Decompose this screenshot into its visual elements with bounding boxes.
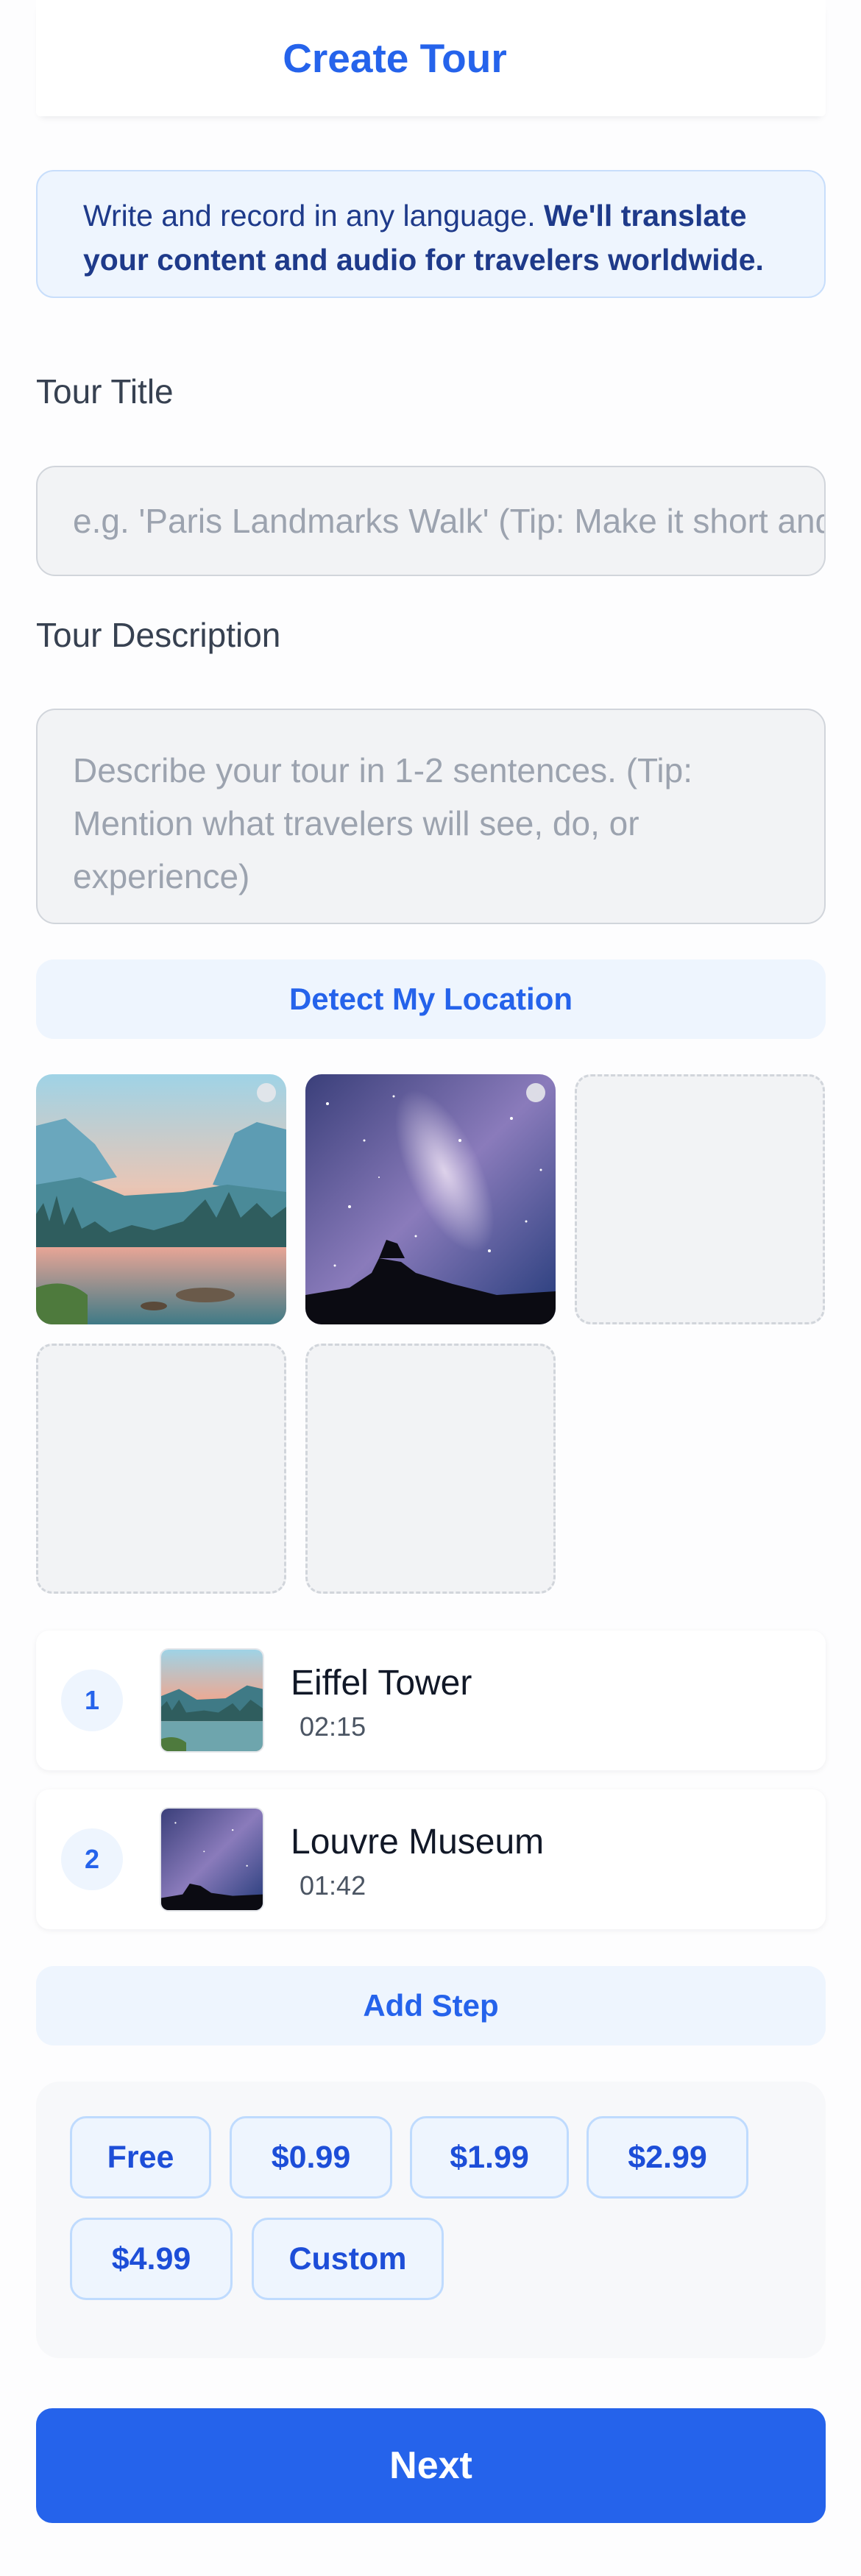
photo-slot-empty[interactable] — [575, 1074, 825, 1324]
step-item[interactable]: 2 Louvre Museum 01:42 — [36, 1789, 826, 1929]
price-option-2-99[interactable]: $2.99 — [587, 2116, 748, 2199]
tour-title-label: Tour Title — [36, 372, 174, 411]
selection-indicator[interactable] — [257, 1083, 276, 1102]
step-number-badge: 1 — [61, 1670, 123, 1731]
photo-tile-milky-way[interactable] — [305, 1074, 556, 1324]
step-name: Louvre Museum — [291, 1823, 545, 1862]
step-name: Eiffel Tower — [291, 1664, 472, 1703]
photo-slot-empty[interactable] — [305, 1344, 556, 1594]
step-number-badge: 2 — [61, 1828, 123, 1890]
milky-way-image — [305, 1074, 556, 1324]
price-option-1-99[interactable]: $1.99 — [410, 2116, 569, 2199]
photo-tile-mountain-lake[interactable] — [36, 1074, 286, 1324]
tour-description-label: Tour Description — [36, 616, 281, 654]
step-thumbnail — [160, 1648, 264, 1753]
page-title: Create Tour — [283, 35, 507, 81]
step-thumbnail — [160, 1807, 264, 1912]
price-option-free[interactable]: Free — [70, 2116, 211, 2199]
step-duration: 02:15 — [300, 1711, 366, 1742]
tour-title-input[interactable]: e.g. 'Paris Landmarks Walk' (Tip: Make i… — [36, 466, 826, 576]
banner-text: Write and record in any language. — [83, 199, 545, 233]
price-option-0-99[interactable]: $0.99 — [230, 2116, 392, 2199]
mountain-lake-image — [36, 1074, 286, 1324]
price-option-4-99[interactable]: $4.99 — [70, 2218, 233, 2300]
price-option-custom[interactable]: Custom — [252, 2218, 444, 2300]
step-item[interactable]: 1 Eiffel Tower 02:15 — [36, 1631, 826, 1770]
mountain-lake-image — [161, 1650, 263, 1751]
milky-way-image — [161, 1809, 263, 1910]
photo-slot-empty[interactable] — [36, 1344, 286, 1594]
tour-description-textarea[interactable]: Describe your tour in 1-2 sentences. (Ti… — [36, 709, 826, 924]
add-step-button[interactable]: Add Step — [36, 1966, 826, 2045]
step-duration: 01:42 — [300, 1870, 366, 1901]
translation-info-banner: Write and record in any language. We'll … — [36, 170, 826, 298]
selection-indicator[interactable] — [526, 1083, 545, 1102]
next-button[interactable]: Next — [36, 2408, 826, 2523]
detect-location-button[interactable]: Detect My Location — [36, 959, 826, 1039]
